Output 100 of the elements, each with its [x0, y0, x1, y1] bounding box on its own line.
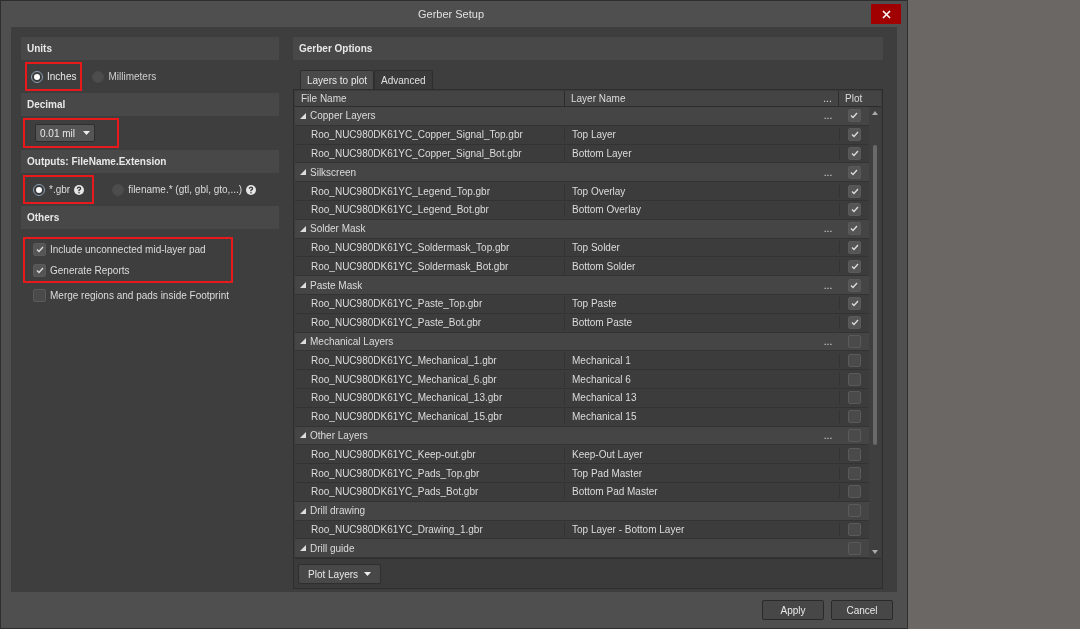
layer-name-cell-text: Bottom Pad Master	[571, 485, 659, 500]
checkbox[interactable]	[33, 243, 46, 256]
check-icon	[850, 262, 859, 270]
check-icon	[850, 300, 859, 308]
checkbox[interactable]	[847, 109, 861, 123]
checkbox[interactable]	[848, 147, 861, 160]
scrollbar[interactable]	[869, 107, 881, 558]
close-button[interactable]	[871, 4, 901, 24]
checkbox[interactable]	[848, 259, 861, 273]
scroll-up-icon[interactable]	[872, 111, 878, 115]
decimal-dropdown[interactable]: 0.01 mil	[35, 124, 95, 142]
radio-label: Inches	[47, 70, 77, 84]
file-name-cell: Roo_NUC980DK61YC_Copper_Signal_Bot.gbr	[295, 146, 565, 161]
expanded-triangle-icon[interactable]	[300, 169, 306, 176]
more-button[interactable]: ...	[823, 333, 833, 349]
layer-name-cell-text: Mechanical 6	[571, 372, 632, 387]
check-icon	[850, 206, 859, 214]
checkbox[interactable]	[848, 128, 861, 142]
check-icon	[850, 150, 859, 157]
expanded-triangle-icon[interactable]	[300, 432, 306, 439]
checkbox[interactable]	[847, 428, 861, 442]
group-name: Drill guide	[310, 541, 355, 556]
help-icon	[246, 184, 257, 195]
checkbox[interactable]	[848, 353, 861, 367]
section-heading: Decimal	[21, 93, 279, 116]
checkbox[interactable]	[848, 447, 861, 461]
expanded-triangle-icon[interactable]	[300, 282, 306, 289]
checkbox[interactable]	[848, 466, 861, 480]
checkbox[interactable]	[848, 391, 861, 405]
column-header[interactable]: Layer Name	[565, 91, 817, 106]
radio-label: *.gbr	[49, 183, 71, 197]
check-icon	[850, 243, 859, 251]
checkbox[interactable]	[847, 222, 861, 236]
checkbox[interactable]	[848, 410, 861, 424]
more-button[interactable]: ...	[823, 108, 833, 124]
layer-name-cell-text: Top Pad Master	[571, 466, 644, 481]
file-name-cell: Roo_NUC980DK61YC_Pads_Bot.gbr	[295, 484, 565, 500]
column-header[interactable]: ...	[817, 91, 839, 106]
layer-name-cell-text: Bottom Paste	[571, 316, 634, 331]
checkbox[interactable]	[848, 372, 861, 386]
radio-label: Millimeters	[108, 70, 157, 84]
checkbox-label: Generate Reports	[50, 264, 130, 278]
section-heading: Others	[21, 206, 279, 229]
scroll-down-icon[interactable]	[872, 550, 878, 554]
column-header[interactable]: Plot	[839, 91, 869, 106]
check-icon	[850, 319, 859, 327]
layer-name-cell-text: Mechanical 13	[571, 391, 638, 406]
file-name-cell: Roo_NUC980DK61YC_Drawing_1.gbr	[295, 521, 565, 537]
file-name-cell: Roo_NUC980DK61YC_Keep-out.gbr	[295, 446, 565, 462]
file-name-cell: Roo_NUC980DK61YC_Mechanical_13.gbr	[295, 390, 565, 406]
layer-name-cell-text: Top Layer	[571, 128, 617, 143]
layer-name-cell-text: Top Layer - Bottom Layer	[571, 522, 686, 537]
checkbox[interactable]	[848, 522, 861, 536]
expanded-triangle-icon[interactable]	[300, 112, 306, 119]
checkbox[interactable]	[848, 297, 861, 311]
checkbox[interactable]	[33, 289, 46, 302]
more-button[interactable]: ...	[823, 427, 833, 443]
layer-name-cell-text: Mechanical 1	[571, 353, 632, 368]
expanded-triangle-icon[interactable]	[300, 338, 306, 345]
dialog-button[interactable]: Cancel	[831, 600, 893, 620]
section-heading: Gerber Options	[293, 37, 883, 60]
expanded-triangle-icon[interactable]	[300, 507, 306, 514]
radio-button[interactable]	[31, 70, 43, 83]
dialog-button[interactable]: Apply	[762, 600, 824, 620]
more-button[interactable]: ...	[823, 277, 833, 293]
layer-name-cell-text: Bottom Overlay	[571, 203, 642, 218]
checkbox[interactable]	[847, 278, 861, 292]
group-name: Paste Mask	[310, 278, 363, 293]
radio-button[interactable]	[33, 183, 45, 196]
checkbox[interactable]	[848, 316, 861, 330]
close-icon	[881, 9, 891, 19]
checkbox[interactable]	[848, 240, 861, 254]
check-icon	[35, 246, 44, 253]
column-header[interactable]: File Name	[295, 91, 565, 106]
more-button[interactable]: ...	[823, 164, 833, 180]
checkbox[interactable]	[33, 264, 46, 277]
layer-name-cell-text: Keep-Out Layer	[571, 447, 644, 462]
group-name: Solder Mask	[310, 222, 366, 237]
checkbox[interactable]	[847, 334, 861, 348]
tab[interactable]: Advanced	[374, 70, 433, 89]
checkbox[interactable]	[848, 184, 861, 198]
expanded-triangle-icon[interactable]	[300, 225, 306, 232]
file-name-cell: Roo_NUC980DK61YC_Copper_Signal_Top.gbr	[295, 127, 565, 143]
section-heading: Units	[21, 37, 279, 60]
file-name-cell: Roo_NUC980DK61YC_Mechanical_6.gbr	[295, 371, 565, 387]
check-icon	[850, 131, 859, 139]
expanded-triangle-icon[interactable]	[300, 545, 306, 552]
window-title: Gerber Setup	[418, 6, 485, 22]
checkbox[interactable]	[848, 485, 861, 499]
check-icon	[850, 281, 858, 289]
plot-layers-button[interactable]: Plot Layers	[298, 564, 382, 584]
checkbox[interactable]	[847, 165, 861, 179]
file-name-cell: Roo_NUC980DK61YC_Legend_Bot.gbr	[295, 202, 565, 218]
checkbox-label: Merge regions and pads inside Footprint	[50, 289, 229, 303]
layer-name-cell-text: Mechanical 15	[571, 410, 638, 425]
checkbox[interactable]	[848, 203, 861, 217]
more-button[interactable]: ...	[823, 221, 833, 237]
tab[interactable]: Layers to plot	[300, 70, 375, 89]
layer-name-cell-text: Bottom Solder	[571, 259, 637, 274]
check-icon	[850, 225, 858, 233]
